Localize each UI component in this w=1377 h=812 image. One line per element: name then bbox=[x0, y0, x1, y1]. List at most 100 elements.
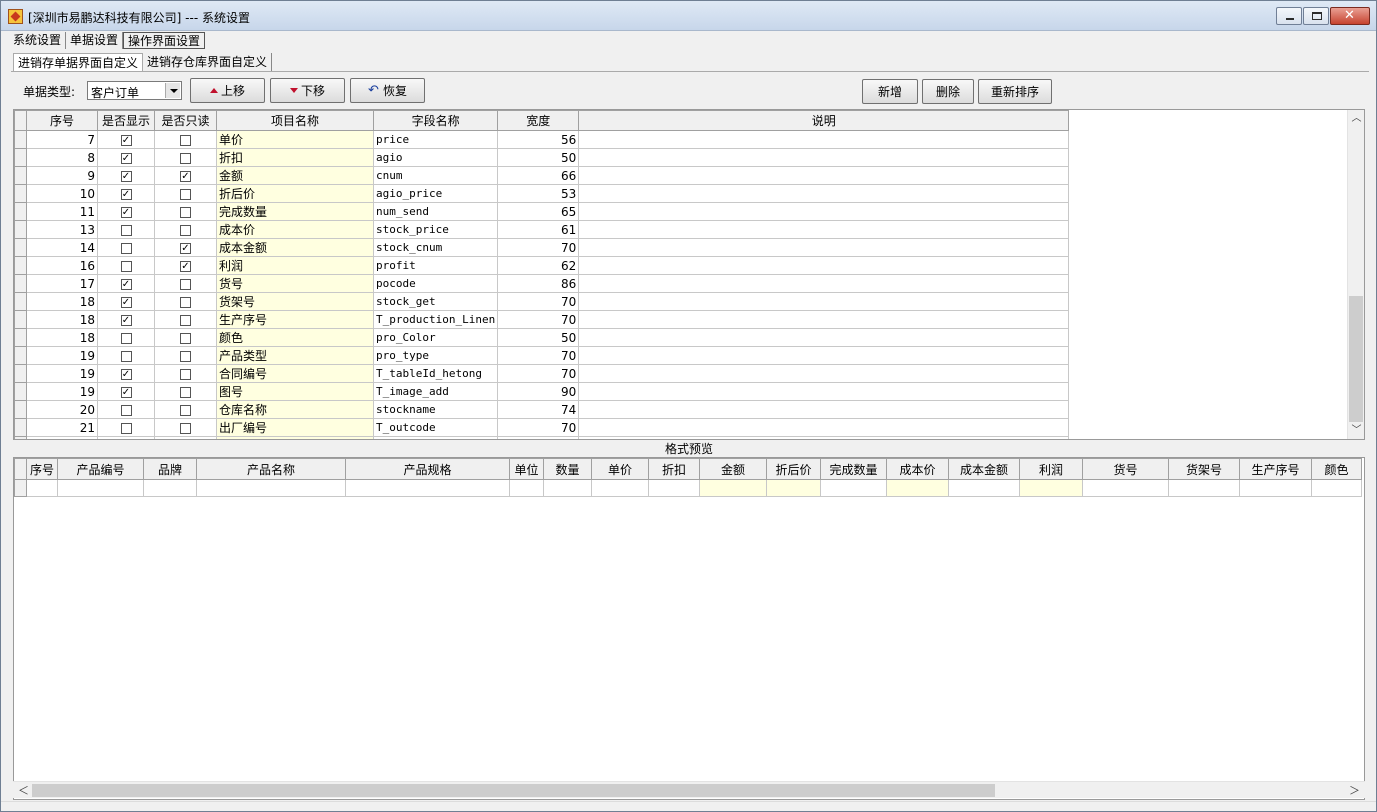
cell-field-name[interactable]: price bbox=[372, 130, 499, 149]
document-type-select[interactable]: 客户订单 bbox=[87, 81, 182, 100]
cell-show[interactable]: ✓ bbox=[97, 364, 155, 383]
checkbox-icon[interactable]: ✓ bbox=[180, 170, 191, 182]
cell-field-name[interactable]: T_image_add bbox=[372, 382, 499, 401]
checkbox-icon[interactable]: ✓ bbox=[180, 260, 191, 272]
checkbox-icon[interactable] bbox=[180, 350, 191, 362]
cell-description[interactable] bbox=[578, 382, 1070, 401]
cell-description[interactable] bbox=[578, 436, 1070, 439]
preview-header-cell[interactable]: 完成数量 bbox=[820, 458, 887, 480]
preview-cell[interactable] bbox=[143, 479, 197, 497]
cell-item-name[interactable]: 出厂编号 bbox=[216, 418, 374, 437]
cell-description[interactable] bbox=[578, 346, 1070, 365]
cell-description[interactable] bbox=[578, 238, 1070, 257]
cell-width[interactable]: 74 bbox=[497, 400, 580, 419]
preview-header-cell[interactable]: 单价 bbox=[591, 458, 649, 480]
cell-field-name[interactable]: agio bbox=[372, 148, 499, 167]
cell-seq[interactable]: 20 bbox=[26, 400, 98, 419]
cell-show[interactable]: ✓ bbox=[97, 310, 155, 329]
cell-readonly[interactable] bbox=[154, 220, 217, 239]
preview-header-cell[interactable]: 成本金额 bbox=[948, 458, 1020, 480]
cell-width[interactable]: 66 bbox=[497, 166, 580, 185]
cell-seq[interactable]: 7 bbox=[26, 130, 98, 149]
vertical-scroll-thumb[interactable] bbox=[1349, 296, 1363, 422]
cell-width[interactable]: 86 bbox=[497, 274, 580, 293]
table-row[interactable]: 19 产品类型 pro_type 70 bbox=[14, 346, 1070, 365]
checkbox-icon[interactable] bbox=[180, 206, 191, 218]
header-width[interactable]: 宽度 bbox=[497, 110, 580, 131]
row-indicator[interactable] bbox=[14, 328, 27, 347]
checkbox-icon[interactable]: ✓ bbox=[120, 296, 132, 308]
header-readonly[interactable]: 是否只读 bbox=[154, 110, 217, 131]
cell-readonly[interactable]: ✓ bbox=[154, 256, 217, 275]
preview-cell[interactable] bbox=[699, 479, 767, 497]
table-row[interactable]: 9 ✓ ✓ 金额 cnum 66 bbox=[14, 166, 1070, 185]
checkbox-icon[interactable] bbox=[120, 422, 132, 434]
cell-field-name[interactable]: cnum bbox=[372, 166, 499, 185]
cell-description[interactable] bbox=[578, 400, 1070, 419]
row-indicator[interactable] bbox=[14, 274, 27, 293]
preview-header-cell[interactable]: 成本价 bbox=[886, 458, 949, 480]
preview-header-cell[interactable]: 产品名称 bbox=[196, 458, 346, 480]
cell-field-name[interactable]: T_outcode bbox=[372, 418, 499, 437]
row-indicator[interactable] bbox=[14, 148, 27, 167]
field-config-grid[interactable]: 序号 是否显示 是否只读 项目名称 字段名称 宽度 说明 7 ✓ 单价 price 56… bbox=[13, 109, 1365, 440]
preview-cell[interactable] bbox=[648, 479, 700, 497]
cell-field-name[interactable]: linememo bbox=[372, 436, 499, 439]
cell-readonly[interactable] bbox=[154, 274, 217, 293]
header-field-name[interactable]: 字段名称 bbox=[372, 110, 499, 131]
cell-field-name[interactable]: stock_price bbox=[372, 220, 499, 239]
checkbox-icon[interactable]: ✓ bbox=[120, 278, 132, 290]
cell-description[interactable] bbox=[578, 184, 1070, 203]
cell-seq[interactable]: 21 bbox=[26, 418, 98, 437]
cell-item-name[interactable]: 单价 bbox=[216, 130, 374, 149]
cell-seq[interactable]: 8 bbox=[26, 148, 98, 167]
cell-width[interactable]: 62 bbox=[497, 256, 580, 275]
row-indicator[interactable] bbox=[14, 418, 27, 437]
checkbox-icon[interactable] bbox=[180, 296, 191, 308]
cell-seq[interactable]: 10 bbox=[26, 184, 98, 203]
cell-item-name[interactable]: 货号 bbox=[216, 274, 374, 293]
cell-width[interactable]: 61 bbox=[497, 220, 580, 239]
cell-field-name[interactable]: stock_cnum bbox=[372, 238, 499, 257]
preview-cell[interactable] bbox=[1239, 479, 1312, 497]
cell-seq[interactable]: 14 bbox=[26, 238, 98, 257]
table-row[interactable]: 11 ✓ 完成数量 num_send 65 bbox=[14, 202, 1070, 221]
preview-cell[interactable] bbox=[766, 479, 821, 497]
horizontal-scrollbar[interactable]: ＜ ＞ bbox=[13, 781, 1365, 798]
cell-seq[interactable]: 13 bbox=[26, 220, 98, 239]
cell-width[interactable]: 70 bbox=[497, 292, 580, 311]
preview-header-cell[interactable]: 产品编号 bbox=[57, 458, 144, 480]
row-indicator[interactable] bbox=[14, 202, 27, 221]
checkbox-icon[interactable]: ✓ bbox=[120, 134, 132, 146]
cell-field-name[interactable]: stockname bbox=[372, 400, 499, 419]
preview-cell[interactable] bbox=[948, 479, 1020, 497]
preview-header-cell[interactable]: 折扣 bbox=[648, 458, 700, 480]
table-row[interactable]: 16 ✓ 利润 profit 62 bbox=[14, 256, 1070, 275]
cell-readonly[interactable] bbox=[154, 382, 217, 401]
cell-show[interactable]: ✓ bbox=[97, 292, 155, 311]
restore-button[interactable]: ↶ 恢复 bbox=[350, 78, 425, 103]
checkbox-icon[interactable] bbox=[120, 350, 132, 362]
cell-field-name[interactable]: pro_Color bbox=[372, 328, 499, 347]
preview-cell[interactable] bbox=[1019, 479, 1083, 497]
table-row[interactable]: 18 ✓ 货架号 stock_get 70 bbox=[14, 292, 1070, 311]
close-button[interactable]: ✕ bbox=[1330, 7, 1370, 25]
cell-field-name[interactable]: profit bbox=[372, 256, 499, 275]
checkbox-icon[interactable] bbox=[120, 260, 132, 272]
cell-field-name[interactable]: stock_get bbox=[372, 292, 499, 311]
cell-width[interactable]: 70 bbox=[497, 418, 580, 437]
cell-item-name[interactable]: 产品类型 bbox=[216, 346, 374, 365]
row-indicator[interactable] bbox=[14, 310, 27, 329]
checkbox-icon[interactable] bbox=[180, 134, 191, 146]
cell-item-name[interactable]: 折扣 bbox=[216, 148, 374, 167]
checkbox-icon[interactable]: ✓ bbox=[180, 242, 191, 254]
cell-description[interactable] bbox=[578, 364, 1070, 383]
cell-width[interactable]: 50 bbox=[497, 148, 580, 167]
preview-header-cell[interactable]: 序号 bbox=[26, 458, 58, 480]
cell-item-name[interactable]: 完成数量 bbox=[216, 202, 374, 221]
cell-item-name[interactable]: 图号 bbox=[216, 382, 374, 401]
cell-readonly[interactable] bbox=[154, 130, 217, 149]
row-indicator[interactable] bbox=[14, 220, 27, 239]
checkbox-icon[interactable]: ✓ bbox=[120, 152, 132, 164]
cell-readonly[interactable] bbox=[154, 364, 217, 383]
